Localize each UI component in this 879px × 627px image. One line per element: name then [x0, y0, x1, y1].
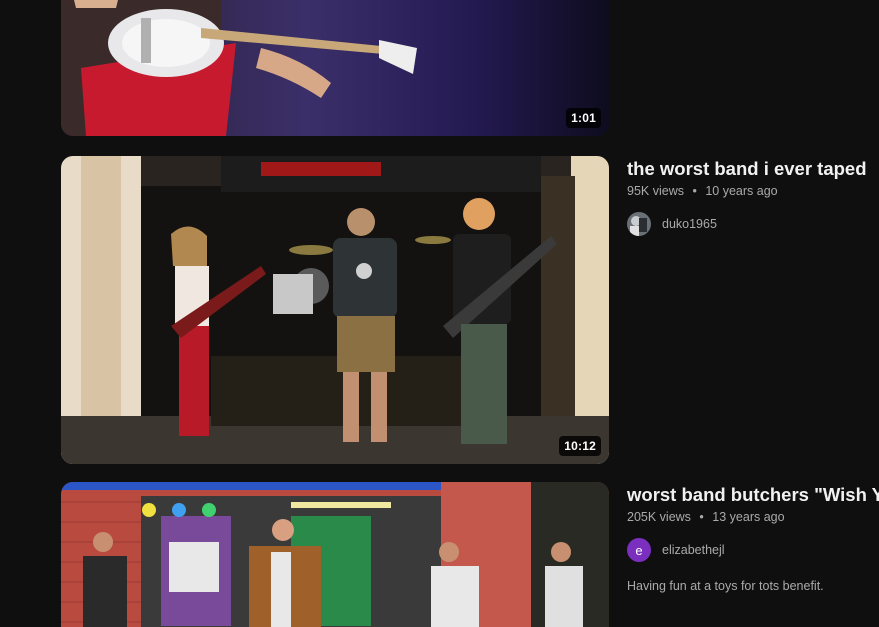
video-info: the worst band i ever taped 95K views • … — [627, 156, 879, 236]
video-title[interactable]: worst band butchers "Wish Y — [627, 482, 879, 508]
video-description-snippet: Having fun at a toys for tots benefit. — [627, 579, 824, 593]
thumbnail-image — [61, 482, 609, 627]
meta-separator: • — [692, 184, 697, 198]
video-thumbnail[interactable]: 10:12 — [61, 156, 609, 464]
meta-separator: • — [699, 510, 704, 524]
upload-age: 10 years ago — [705, 184, 778, 198]
thumbnail-image — [61, 156, 609, 464]
channel-avatar: e — [627, 538, 651, 562]
view-count: 205K views — [627, 510, 691, 524]
channel-link[interactable]: duko1965 — [627, 212, 879, 236]
channel-link[interactable]: e elizabethejl — [627, 538, 879, 562]
upload-age: 13 years ago — [712, 510, 785, 524]
video-metadata: 95K views • 10 years ago — [627, 184, 879, 198]
channel-name: elizabethejl — [662, 543, 725, 557]
view-count: 95K views — [627, 184, 684, 198]
avatar-letter: e — [635, 542, 643, 558]
video-info: worst band butchers "Wish Y 205K views •… — [627, 482, 879, 593]
video-duration-badge: 1:01 — [566, 108, 601, 128]
video-metadata: 205K views • 13 years ago — [627, 510, 879, 524]
channel-avatar — [627, 212, 651, 236]
channel-name: duko1965 — [662, 217, 717, 231]
thumbnail-image — [61, 0, 609, 136]
video-thumbnail[interactable] — [61, 482, 609, 627]
video-duration-badge: 10:12 — [559, 436, 601, 456]
search-results-list: 1:01 10:12 the worst band i ever taped 9… — [0, 0, 879, 627]
video-thumbnail[interactable]: 1:01 — [61, 0, 609, 136]
video-title[interactable]: the worst band i ever taped — [627, 156, 879, 182]
